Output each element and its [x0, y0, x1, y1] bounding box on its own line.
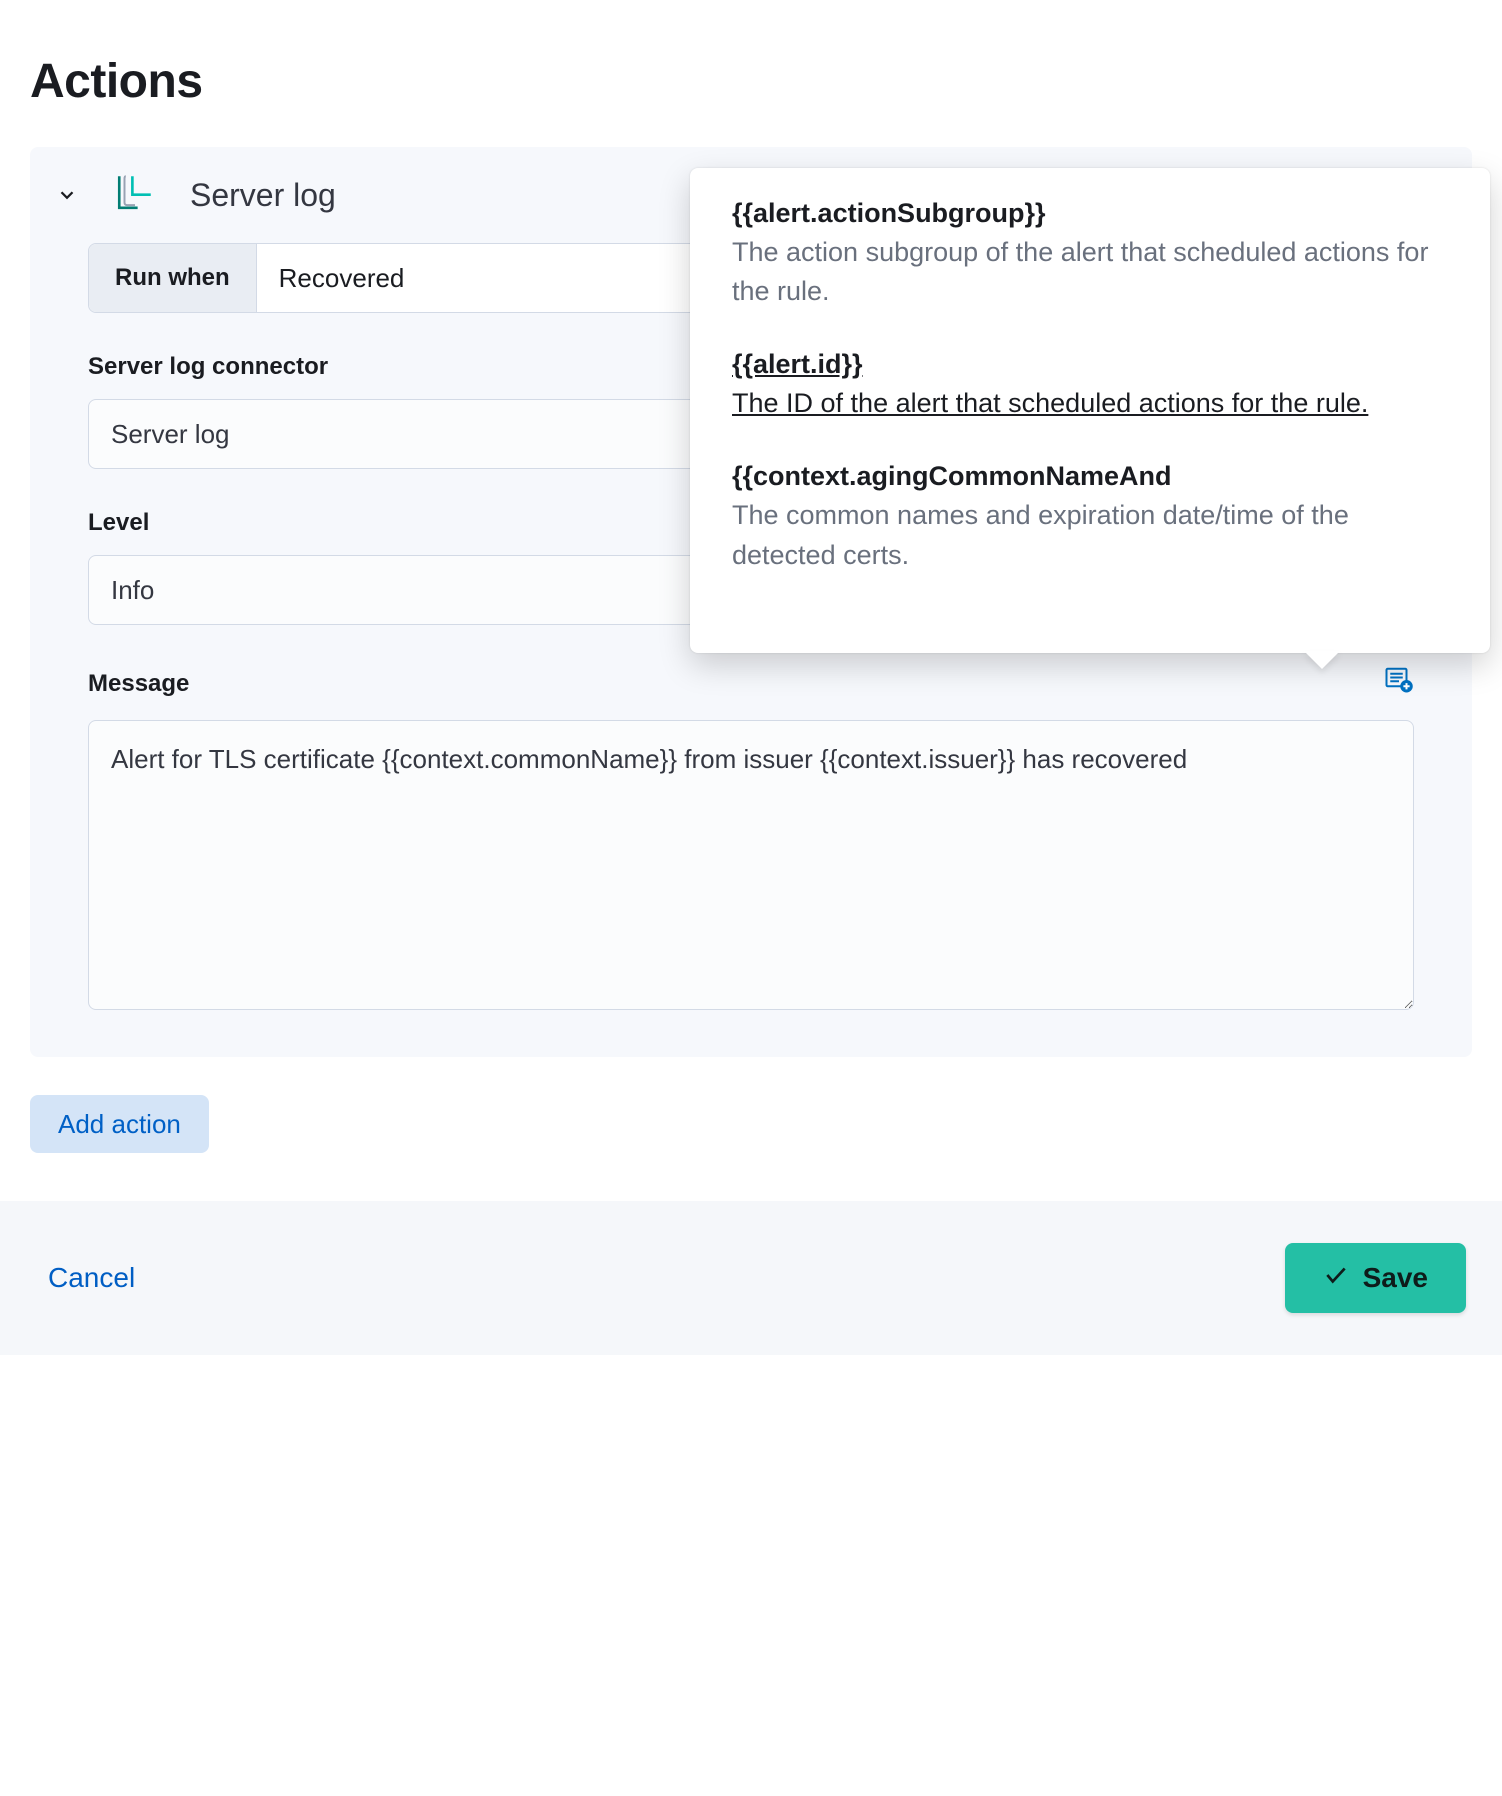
server-log-icon	[114, 171, 156, 220]
add-action-button[interactable]: Add action	[30, 1095, 209, 1153]
variable-item[interactable]: {{context.agingCommonNameAnd The common n…	[732, 461, 1448, 574]
run-when-label: Run when	[89, 244, 257, 312]
page-title: Actions	[30, 54, 1472, 109]
variable-list[interactable]: {{alert.actionSubgroup}} The action subgr…	[690, 198, 1490, 623]
footer-bar: Cancel Save	[0, 1201, 1502, 1355]
connector-value: Server log	[111, 419, 230, 450]
level-value: Info	[111, 575, 154, 606]
variable-description: The common names and expiration date/tim…	[732, 496, 1448, 574]
variable-item[interactable]: {{alert.id}} The ID of the alert that sch…	[732, 349, 1448, 423]
variable-description: The action subgroup of the alert that sc…	[732, 233, 1448, 311]
variable-popover: {{alert.actionSubgroup}} The action subgr…	[690, 168, 1490, 653]
chevron-down-icon[interactable]	[54, 182, 80, 208]
variable-token: {{context.agingCommonNameAnd	[732, 461, 1448, 492]
add-variable-icon[interactable]	[1384, 665, 1414, 702]
save-button-label: Save	[1363, 1262, 1428, 1294]
variable-token: {{alert.id}}	[732, 349, 1448, 380]
check-icon	[1323, 1262, 1349, 1295]
action-title: Server log	[190, 177, 336, 214]
message-label: Message	[88, 670, 189, 698]
run-when-value: Recovered	[279, 263, 405, 294]
variable-description: The ID of the alert that scheduled actio…	[732, 384, 1448, 423]
message-input[interactable]	[88, 720, 1414, 1010]
variable-token: {{alert.actionSubgroup}}	[732, 198, 1448, 229]
save-button[interactable]: Save	[1285, 1243, 1466, 1313]
cancel-button[interactable]: Cancel	[48, 1262, 135, 1294]
variable-item[interactable]: {{alert.actionSubgroup}} The action subgr…	[732, 198, 1448, 311]
